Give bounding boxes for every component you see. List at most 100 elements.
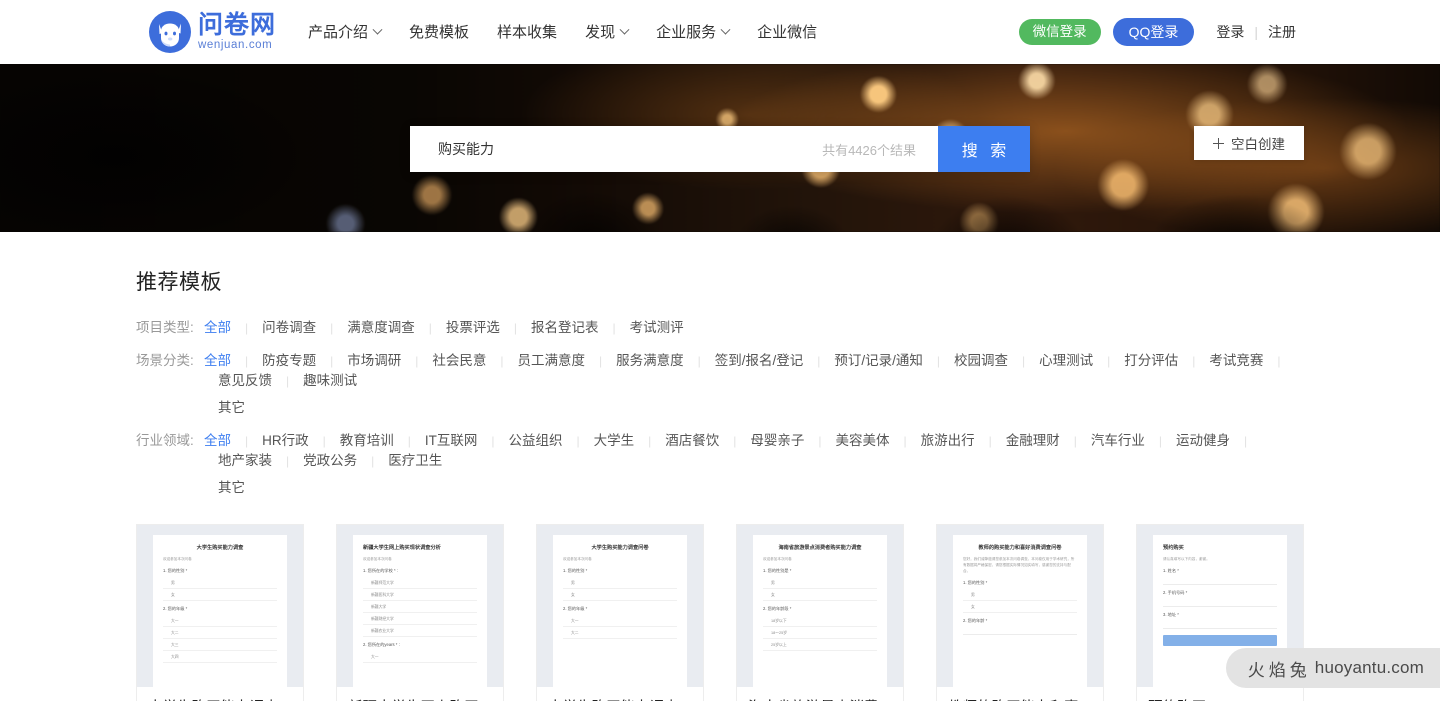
filter-option-2-0[interactable]: 全部 (204, 431, 245, 451)
thumbnail-description: 欢迎参加本次问卷 (363, 557, 392, 561)
wechat-login-button[interactable]: 微信登录 (1018, 19, 1101, 45)
filter-row-label: 行业领域: (136, 433, 194, 448)
nav-item-1[interactable]: 免费模板 (395, 0, 483, 64)
main-navigation: 产品介绍 免费模板 样本收集 发现 企业服务 企业微信 (294, 0, 831, 64)
logo-title-en: wenjuan.com (198, 39, 273, 51)
thumbnail-question: 2. 手机号码 * (1163, 590, 1188, 595)
filter-option-1-2[interactable]: 市场调研 (333, 351, 415, 371)
blank-create-button[interactable]: 空白创建 (1194, 126, 1304, 160)
filter-option-0-5[interactable]: 考试测评 (616, 318, 698, 338)
filter-option-2-8[interactable]: 美容美体 (822, 431, 904, 451)
filter-option-1-5[interactable]: 服务满意度 (602, 351, 698, 371)
thumbnail-description: 欢迎参加本次问卷 (763, 557, 792, 561)
thumbnail-submit-button (1163, 635, 1277, 646)
filter-option-1-7[interactable]: 预订/记录/通知 (820, 351, 937, 371)
filter-option-1-12[interactable]: 意见反馈 (204, 371, 286, 391)
filter-option-2-4[interactable]: 公益组织 (495, 431, 577, 451)
nav-item-2[interactable]: 样本收集 (483, 0, 571, 64)
qq-login-button[interactable]: QQ登录 (1112, 18, 1195, 46)
filter-option-2-5[interactable]: 大学生 (580, 431, 649, 451)
chevron-down-icon (720, 24, 731, 35)
watermark-en: huoyantu.com (1314, 658, 1424, 677)
filter-divider: | (1244, 434, 1248, 448)
thumbnail-option: 大一 (563, 615, 677, 627)
header-actions: 微信登录 QQ登录 登录 | 注册 (1018, 18, 1296, 46)
filter-option-2-2[interactable]: 教育培训 (326, 431, 408, 451)
filter-option-2-12[interactable]: 运动健身 (1162, 431, 1244, 451)
filter-option-1-9[interactable]: 心理测试 (1025, 351, 1107, 371)
thumbnail-input-line (1163, 577, 1277, 585)
watermark: 火焰兔 huoyantu.com (1225, 648, 1440, 688)
register-link[interactable]: 注册 (1268, 22, 1296, 42)
filter-option-2-7[interactable]: 母婴亲子 (736, 431, 818, 451)
thumbnail-option: 大二 (563, 627, 677, 639)
filter-option-2-3[interactable]: IT互联网 (411, 431, 492, 451)
template-card[interactable]: 海南省旅游景点消费者购买能力调查 欢迎参加本次问卷 1. 您的性别是 * 男女 2. 您… (736, 524, 904, 701)
nav-item-5[interactable]: 企业微信 (743, 0, 831, 64)
chevron-down-icon (372, 24, 383, 35)
filter-option-2-11[interactable]: 汽车行业 (1077, 431, 1159, 451)
plus-icon (1213, 137, 1224, 149)
search-input[interactable] (410, 126, 823, 172)
page-title: 推荐模板 (136, 271, 222, 294)
filter-option-1-13[interactable]: 趣味测试 (289, 371, 371, 391)
site-logo[interactable]: 问卷网 wenjuan.com (148, 10, 276, 54)
thumbnail-description: 欢迎参加本次问卷 (163, 557, 192, 561)
thumbnail-option: 男 (563, 577, 677, 589)
nav-item-label: 免费模板 (409, 23, 470, 41)
template-card[interactable]: 大学生购买能力调查问卷 欢迎参加本次问卷 1. 您的性别 * 男女 2. 您的年级 * 大… (536, 524, 704, 701)
filter-row-0: 项目类型: 全部 | 问卷调查 | 满意度调查 | 投票评选 | 报名登记表 | 考试测评 (136, 318, 1304, 338)
thumbnail-option: 女 (963, 601, 1077, 613)
template-thumbnail: 大学生购买能力调查问卷 欢迎参加本次问卷 1. 您的性别 * 男女 2. 您的年级 * 大… (537, 525, 703, 687)
filter-option-2-9[interactable]: 旅游出行 (907, 431, 989, 451)
filter-option-1-11[interactable]: 考试竞赛 (1195, 351, 1277, 371)
filter-option-0-0[interactable]: 全部 (204, 318, 245, 338)
nav-item-label: 样本收集 (497, 23, 558, 41)
filter-option-0-1[interactable]: 问卷调查 (248, 318, 330, 338)
logo-text: 问卷网 wenjuan.com (198, 12, 276, 52)
filter-option-1-1[interactable]: 防疫专题 (248, 351, 330, 371)
filter-option-2-15[interactable]: 医疗卫生 (374, 451, 456, 471)
filter-option-2-10[interactable]: 金融理财 (992, 431, 1074, 451)
filter-option-list: 全部 | HR行政 | 教育培训 | IT互联网 | 公益组织 | 大学生 | 酒店餐饮 | 母婴亲子 | 美容… (204, 431, 1304, 498)
login-link[interactable]: 登录 (1216, 22, 1244, 42)
filter-option-0-3[interactable]: 投票评选 (432, 318, 514, 338)
template-card[interactable]: 大学生购买能力调查 欢迎参加本次问卷 1. 您的性别 * 男女 2. 您的年级 * 大一大… (136, 524, 304, 701)
thumbnail-option: 18岁以下 (763, 615, 877, 627)
template-card-body: 大学生购买能力调查被引用0次 (137, 687, 303, 701)
template-card[interactable]: 教师的购买能力和喜好消费调查问卷 您好，我们诚挚邀请您参加本次问卷调查。本问卷仅用… (936, 524, 1104, 701)
template-card[interactable]: 新疆大学生网上购买现状调查分析 欢迎参加本次问卷 1. 您所在的学校 * : 新疆师范… (336, 524, 504, 701)
filter-option-1-8[interactable]: 校园调查 (940, 351, 1022, 371)
filter-option-0-2[interactable]: 满意度调查 (333, 318, 429, 338)
thumbnail-description: 您好，我们诚挚邀请您参加本次问卷调查。本问卷仅用于学术研究，所有数据将严格保密，… (963, 557, 1075, 573)
filter-option-1-6[interactable]: 签到/报名/登记 (701, 351, 818, 371)
site-header: 问卷网 wenjuan.com 产品介绍 免费模板 样本收集 发现 企业服务 企业微信 微… (0, 0, 1440, 64)
filter-option-2-6[interactable]: 酒店餐饮 (651, 431, 733, 451)
nav-item-0[interactable]: 产品介绍 (294, 0, 395, 64)
filter-option-1-14[interactable]: 其它 (204, 398, 259, 418)
filter-option-1-3[interactable]: 社会民意 (418, 351, 500, 371)
template-card-body: 大学生购买能力调查...被引用1次 (537, 687, 703, 701)
filter-option-0-4[interactable]: 报名登记表 (517, 318, 613, 338)
thumbnail-title: 大学生购买能力调查 (196, 545, 244, 551)
nav-item-3[interactable]: 发现 (571, 0, 642, 64)
logo-title-cn: 问卷网 (198, 10, 277, 39)
filter-option-2-16[interactable]: 其它 (204, 478, 259, 498)
thumbnail-question: 2. 您的年级 * (563, 606, 588, 611)
filter-option-1-10[interactable]: 打分评估 (1110, 351, 1192, 371)
filter-option-2-1[interactable]: HR行政 (248, 431, 323, 451)
thumbnail-question: 1. 您的性别 * (963, 580, 988, 585)
fox-head-logo-icon (149, 11, 191, 53)
thumbnail-preview: 大学生购买能力调查问卷 欢迎参加本次问卷 1. 您的性别 * 男女 2. 您的年级 * 大… (553, 535, 687, 687)
thumbnail-option: 大一 (163, 615, 277, 627)
filter-option-2-13[interactable]: 地产家装 (204, 451, 286, 471)
filter-option-1-0[interactable]: 全部 (204, 351, 245, 371)
filter-line-break (204, 471, 1304, 478)
nav-item-4[interactable]: 企业服务 (642, 0, 743, 64)
filter-divider: | (1277, 354, 1281, 368)
search-button[interactable]: 搜 索 (938, 126, 1030, 172)
filter-option-2-14[interactable]: 党政公务 (289, 451, 371, 471)
thumbnail-option: 男 (963, 589, 1077, 601)
template-thumbnail: 新疆大学生网上购买现状调查分析 欢迎参加本次问卷 1. 您所在的学校 * : 新疆师范… (337, 525, 503, 687)
filter-option-1-4[interactable]: 员工满意度 (504, 351, 600, 371)
